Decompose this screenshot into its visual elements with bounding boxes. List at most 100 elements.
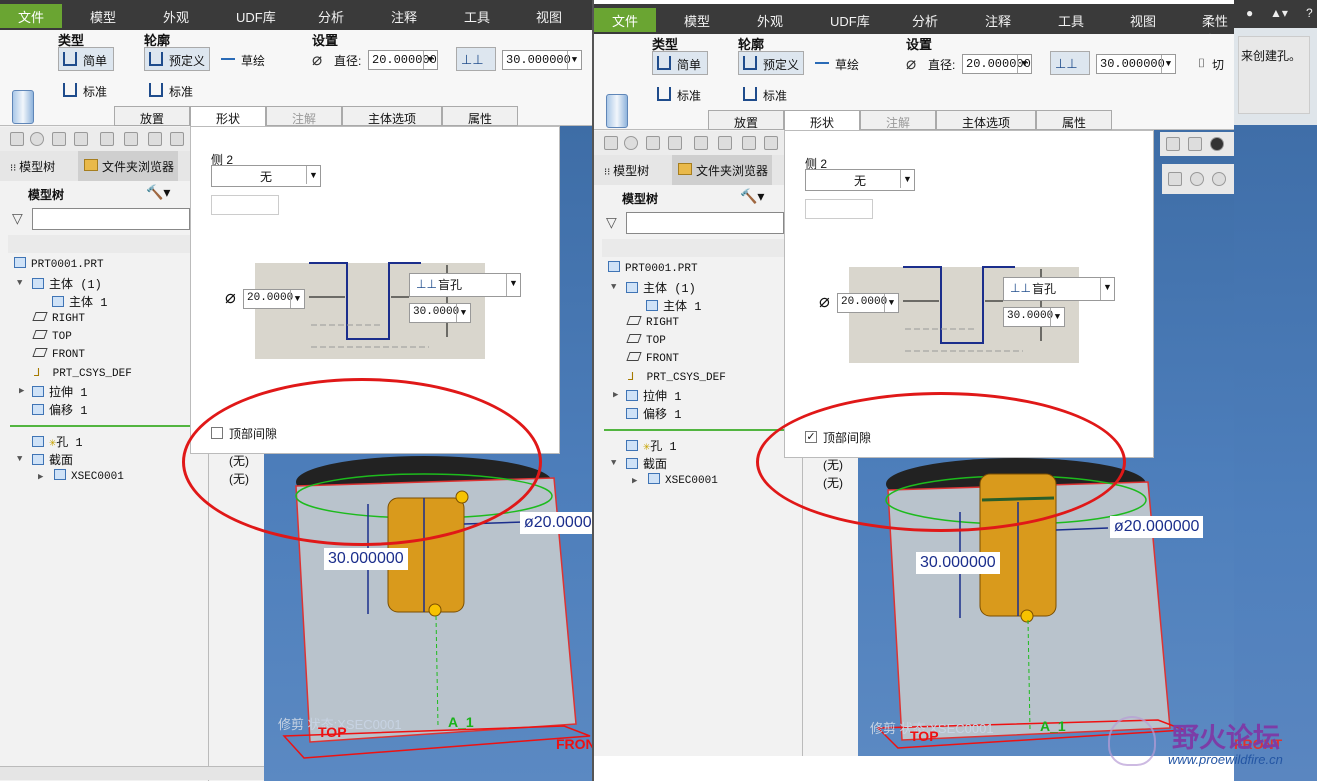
tab-shape[interactable]: 形状 [190, 106, 266, 126]
page-icon[interactable] [124, 132, 138, 146]
standard-profile-button[interactable]: 标准 [144, 78, 204, 102]
tab-notes[interactable]: 注解 [266, 106, 342, 126]
tree-csys[interactable]: ⅃ PRT_CSYS_DEF [628, 370, 726, 384]
depth-dimension[interactable]: 30.000000 [916, 552, 1000, 574]
depth-type-button[interactable]: ⊥⊥ [1050, 51, 1090, 75]
tree-extrude[interactable]: 拉伸 1 [32, 383, 87, 400]
chevron-down-icon[interactable]: ▼ [884, 294, 898, 312]
tree-offset[interactable]: 偏移 1 [32, 401, 87, 418]
tree-settings-icon[interactable]: 🔨▾ [740, 188, 764, 205]
collapse-icon[interactable]: ▼ [17, 454, 22, 464]
drag-handle[interactable] [1020, 609, 1034, 623]
tree-right[interactable]: RIGHT [32, 312, 85, 325]
chevron-down-icon[interactable]: ▼ [900, 170, 914, 188]
tree-section[interactable]: 截面 [32, 451, 73, 468]
depth-dimension[interactable]: 30.000000 [324, 548, 408, 570]
sphere-icon[interactable] [30, 132, 44, 146]
tab-folder-browser[interactable]: 文件夹浏览器 [78, 151, 179, 181]
cut-label[interactable]: 切 [1212, 56, 1224, 73]
predefined-button[interactable]: 预定义 [738, 51, 804, 75]
menu-model[interactable]: 模型 [90, 7, 116, 26]
popup-diameter-input[interactable]: 20.0000 ▼ [243, 289, 305, 309]
tree-search-input[interactable] [626, 212, 784, 234]
measure-icon[interactable] [764, 136, 778, 150]
menu-appearance[interactable]: 外观 [163, 7, 189, 26]
popup-depth-input[interactable]: 30.0000 ▼ [1003, 307, 1065, 327]
tree-body[interactable]: 主体 1 [52, 293, 107, 310]
menu-view[interactable]: 视图 [1130, 11, 1156, 30]
chevron-down-icon[interactable]: ▼ [1161, 55, 1175, 73]
tree-xsec[interactable]: XSEC0001 [54, 469, 124, 483]
chevron-down-icon[interactable]: ▼ [306, 166, 320, 184]
tab-placement[interactable]: 放置 [114, 106, 190, 126]
expand-icon[interactable]: ▶ [632, 476, 637, 486]
help-icon[interactable]: ? [1306, 6, 1313, 20]
collapse-icon[interactable]: ▼ [611, 458, 616, 468]
tree-body-group[interactable]: 主体 (1) [626, 279, 696, 296]
tree-front[interactable]: FRONT [626, 352, 679, 365]
depth-type-button[interactable]: ⊥⊥ [456, 47, 496, 71]
user-icon[interactable]: ● [1246, 6, 1253, 20]
standard-button[interactable]: 标准 [58, 78, 118, 102]
tree-root[interactable]: PRT0001.PRT [14, 257, 104, 271]
diameter-input[interactable]: 20.000000 ▼ [962, 54, 1032, 74]
expand-icon[interactable]: ▶ [38, 472, 43, 482]
standard-profile-button[interactable]: 标准 [738, 82, 798, 106]
menu-tools[interactable]: 工具 [1058, 11, 1084, 30]
menu-udf[interactable]: UDF库 [830, 11, 870, 30]
diameter-input[interactable]: 20.000000 ▼ [368, 50, 438, 70]
cap-icon[interactable]: ▲▾ [1270, 6, 1288, 20]
tab-placement[interactable]: 放置 [708, 110, 784, 130]
standard-button[interactable]: 标准 [652, 82, 712, 106]
tree-front[interactable]: FRONT [32, 348, 85, 361]
open-icon[interactable] [74, 132, 88, 146]
filter-icon[interactable]: ▽ [12, 210, 23, 227]
page-icon[interactable] [718, 136, 732, 150]
expand-icon[interactable]: ▶ [19, 386, 24, 396]
tree-top[interactable]: TOP [626, 334, 666, 347]
depth-type-select[interactable]: ⊥⊥ 盲孔 ▼ [1003, 277, 1115, 301]
tree-settings-icon[interactable]: 🔨▾ [146, 184, 170, 201]
popup-diameter-input[interactable]: 20.0000 ▼ [837, 293, 899, 313]
tab-body-options[interactable]: 主体选项 [342, 106, 442, 126]
filter-icon[interactable]: ▽ [606, 214, 617, 231]
chevron-down-icon[interactable]: ▼ [1017, 55, 1031, 73]
tree-section[interactable]: 截面 [626, 455, 667, 472]
tree-xsec[interactable]: XSEC0001 [648, 473, 718, 487]
horizontal-scrollbar[interactable] [0, 766, 264, 780]
depth-input[interactable]: 30.000000 ▼ [1096, 54, 1176, 74]
tree-csys[interactable]: ⅃ PRT_CSYS_DEF [34, 366, 132, 380]
tab-folder-browser[interactable]: 文件夹浏览器 [672, 155, 773, 185]
drag-handle[interactable] [428, 603, 442, 617]
tab-model-tree[interactable]: ⁝⁝ 模型树 [604, 162, 649, 179]
menu-model[interactable]: 模型 [684, 11, 710, 30]
doc-icon[interactable] [742, 136, 756, 150]
tree-icon[interactable] [646, 136, 660, 150]
menu-analysis[interactable]: 分析 [318, 7, 344, 26]
simple-button[interactable]: 简单 [58, 47, 114, 71]
chevron-down-icon[interactable]: ▼ [456, 304, 470, 322]
menu-file[interactable]: 文件 [0, 4, 63, 28]
chevron-down-icon[interactable]: ▼ [506, 274, 520, 296]
menu-annotate[interactable]: 注释 [391, 7, 417, 26]
predefined-button[interactable]: 预定义 [144, 47, 210, 71]
sketch-button[interactable]: 草绘 [216, 47, 274, 71]
new-icon[interactable] [604, 136, 618, 150]
menu-udf[interactable]: UDF库 [236, 7, 276, 26]
collapse-icon[interactable]: ▼ [611, 282, 616, 292]
open-icon[interactable] [668, 136, 682, 150]
depth-input[interactable]: 30.000000 ▼ [502, 50, 582, 70]
tab-properties[interactable]: 属性 [1036, 110, 1112, 130]
tree-root[interactable]: PRT0001.PRT [608, 261, 698, 275]
tab-notes[interactable]: 注解 [860, 110, 936, 130]
menu-appearance[interactable]: 外观 [757, 11, 783, 30]
tree-body-group[interactable]: 主体 (1) [32, 275, 102, 292]
copy-icon[interactable] [694, 136, 708, 150]
menu-file[interactable]: 文件 [594, 8, 657, 32]
tree-hole[interactable]: ✳孔 1 [626, 437, 677, 454]
expand-icon[interactable]: ▶ [613, 390, 618, 400]
tree-extrude[interactable]: 拉伸 1 [626, 387, 681, 404]
new-icon[interactable] [10, 132, 24, 146]
tab-properties[interactable]: 属性 [442, 106, 518, 126]
chevron-down-icon[interactable]: ▼ [1100, 278, 1114, 300]
